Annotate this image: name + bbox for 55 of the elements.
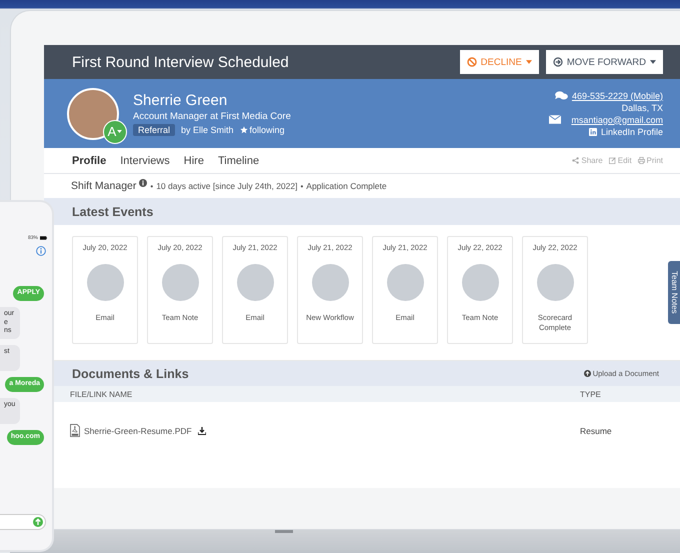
linkedin-icon [588, 128, 597, 136]
page-title: First Round Interview Scheduled [72, 54, 289, 70]
battery-icon [40, 236, 47, 240]
column-header: FILE/LINK NAME [70, 390, 134, 398]
prohibited-icon [466, 57, 477, 67]
avatar-placeholder [536, 264, 574, 301]
caret-icon [650, 60, 656, 64]
upload-icon [584, 370, 591, 377]
message-input[interactable] [0, 514, 46, 530]
email-link[interactable]: msantiago@gmail.com [571, 114, 663, 124]
pdf-file-icon [70, 424, 80, 437]
circle-arrow-icon [552, 57, 563, 67]
table-cell: Resume [580, 426, 612, 436]
section-title: Documents & Links [72, 366, 189, 380]
printer-icon [638, 157, 645, 164]
edit-icon [608, 157, 616, 164]
chat-icon [554, 90, 568, 100]
tab[interactable]: Profile [72, 154, 106, 166]
following-link[interactable]: following [240, 124, 285, 134]
linkedin-link[interactable]: LinkedIn Profile [600, 126, 663, 136]
envelope-icon [549, 115, 562, 124]
avatar-placeholder [312, 264, 348, 301]
info-icon[interactable] [36, 246, 46, 256]
caret-icon [526, 60, 532, 64]
candidate-title: Account Manager at First Media Core [133, 110, 292, 122]
referrer-text: by Elle Smith [181, 124, 234, 134]
column-header: TYPE [580, 390, 601, 398]
caret-icon [117, 130, 122, 133]
section-title: Latest Events [72, 204, 154, 218]
star-icon [240, 126, 248, 134]
download-icon[interactable] [198, 426, 206, 434]
application-status: Application Complete [306, 181, 387, 191]
tab[interactable]: Timeline [218, 154, 260, 166]
info-icon[interactable] [139, 179, 148, 187]
side-tab[interactable]: Team Notes [668, 261, 680, 324]
action-button[interactable]: MOVE FORWARD [546, 50, 663, 74]
file-link[interactable]: Sherrie-Green-Resume.PDF [84, 426, 192, 436]
avatar-placeholder [462, 264, 498, 301]
send-icon[interactable] [33, 517, 43, 527]
location-text: Dallas, TX [622, 102, 663, 112]
active-duration: 10 days active [since July 24th, 2022] [156, 181, 298, 191]
avatar-placeholder [86, 264, 124, 301]
separator-dot: • [150, 182, 154, 190]
share-icon [572, 157, 580, 164]
source-tag: Referral [133, 124, 176, 136]
candidate-name: Sherrie Green [133, 92, 228, 108]
tab[interactable]: Hire [184, 154, 204, 166]
position-title: Shift Manager [71, 180, 136, 192]
avatar-placeholder [67, 88, 119, 140]
tab[interactable]: Interviews [120, 154, 170, 166]
phone-link[interactable]: 469-535-2229 (Mobile) [572, 90, 663, 100]
avatar-placeholder [236, 264, 274, 301]
avatar-placeholder [162, 264, 198, 301]
avatar-placeholder [386, 264, 424, 301]
separator-dot: • [300, 182, 304, 190]
